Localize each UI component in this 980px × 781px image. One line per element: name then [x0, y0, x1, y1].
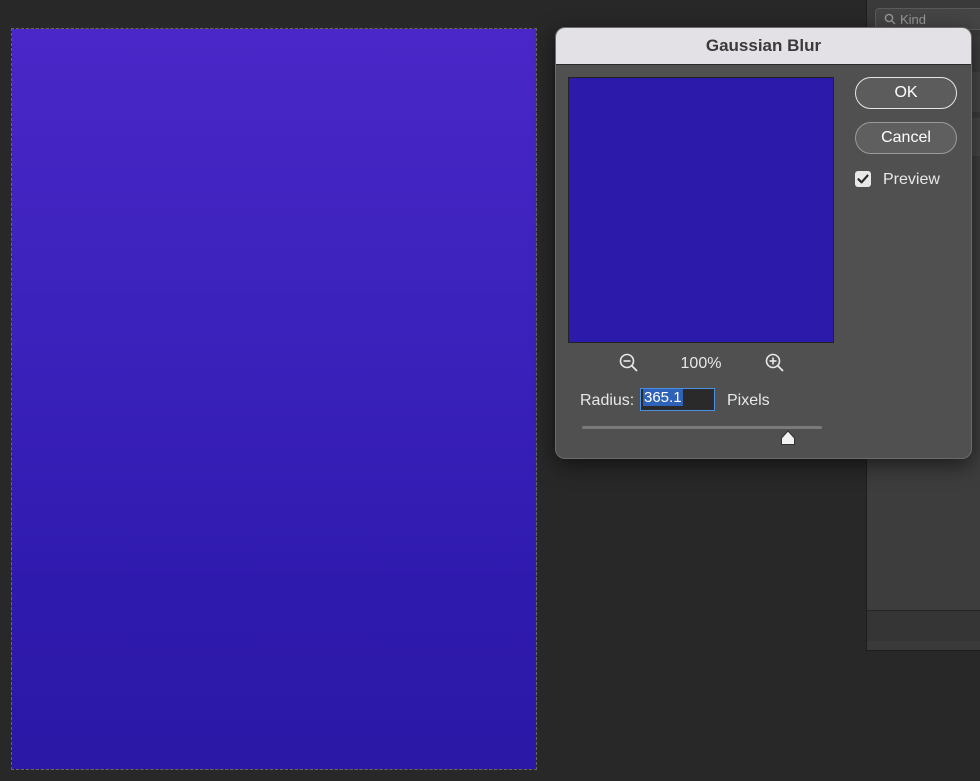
dialog-title[interactable]: Gaussian Blur	[556, 28, 971, 65]
blur-preview[interactable]	[568, 77, 834, 343]
document-canvas[interactable]	[12, 29, 536, 769]
radius-label: Radius:	[580, 392, 635, 409]
workspace: Kind k Gaussian Blur 100% Radius: 365.1 …	[0, 0, 980, 781]
preview-zoom-controls: 100%	[568, 350, 834, 378]
preview-checkbox[interactable]	[855, 171, 871, 187]
radius-value: 365.1	[643, 389, 683, 406]
zoom-in-icon[interactable]	[764, 352, 786, 374]
slider-thumb-icon[interactable]	[780, 430, 796, 446]
radius-unit: Pixels	[727, 392, 770, 409]
checkmark-icon	[857, 174, 869, 184]
search-placeholder: Kind	[900, 12, 927, 27]
radius-slider-track[interactable]	[582, 426, 822, 429]
ok-button[interactable]: OK	[855, 77, 957, 109]
preview-label: Preview	[883, 171, 940, 188]
zoom-out-icon[interactable]	[618, 352, 640, 374]
gaussian-blur-dialog: Gaussian Blur 100% Radius: 365.1 Pixels …	[555, 27, 972, 459]
panel-footer	[867, 610, 980, 641]
cancel-button[interactable]: Cancel	[855, 122, 957, 154]
zoom-level: 100%	[680, 355, 722, 372]
search-icon	[884, 13, 896, 25]
radius-input[interactable]: 365.1	[640, 388, 715, 411]
